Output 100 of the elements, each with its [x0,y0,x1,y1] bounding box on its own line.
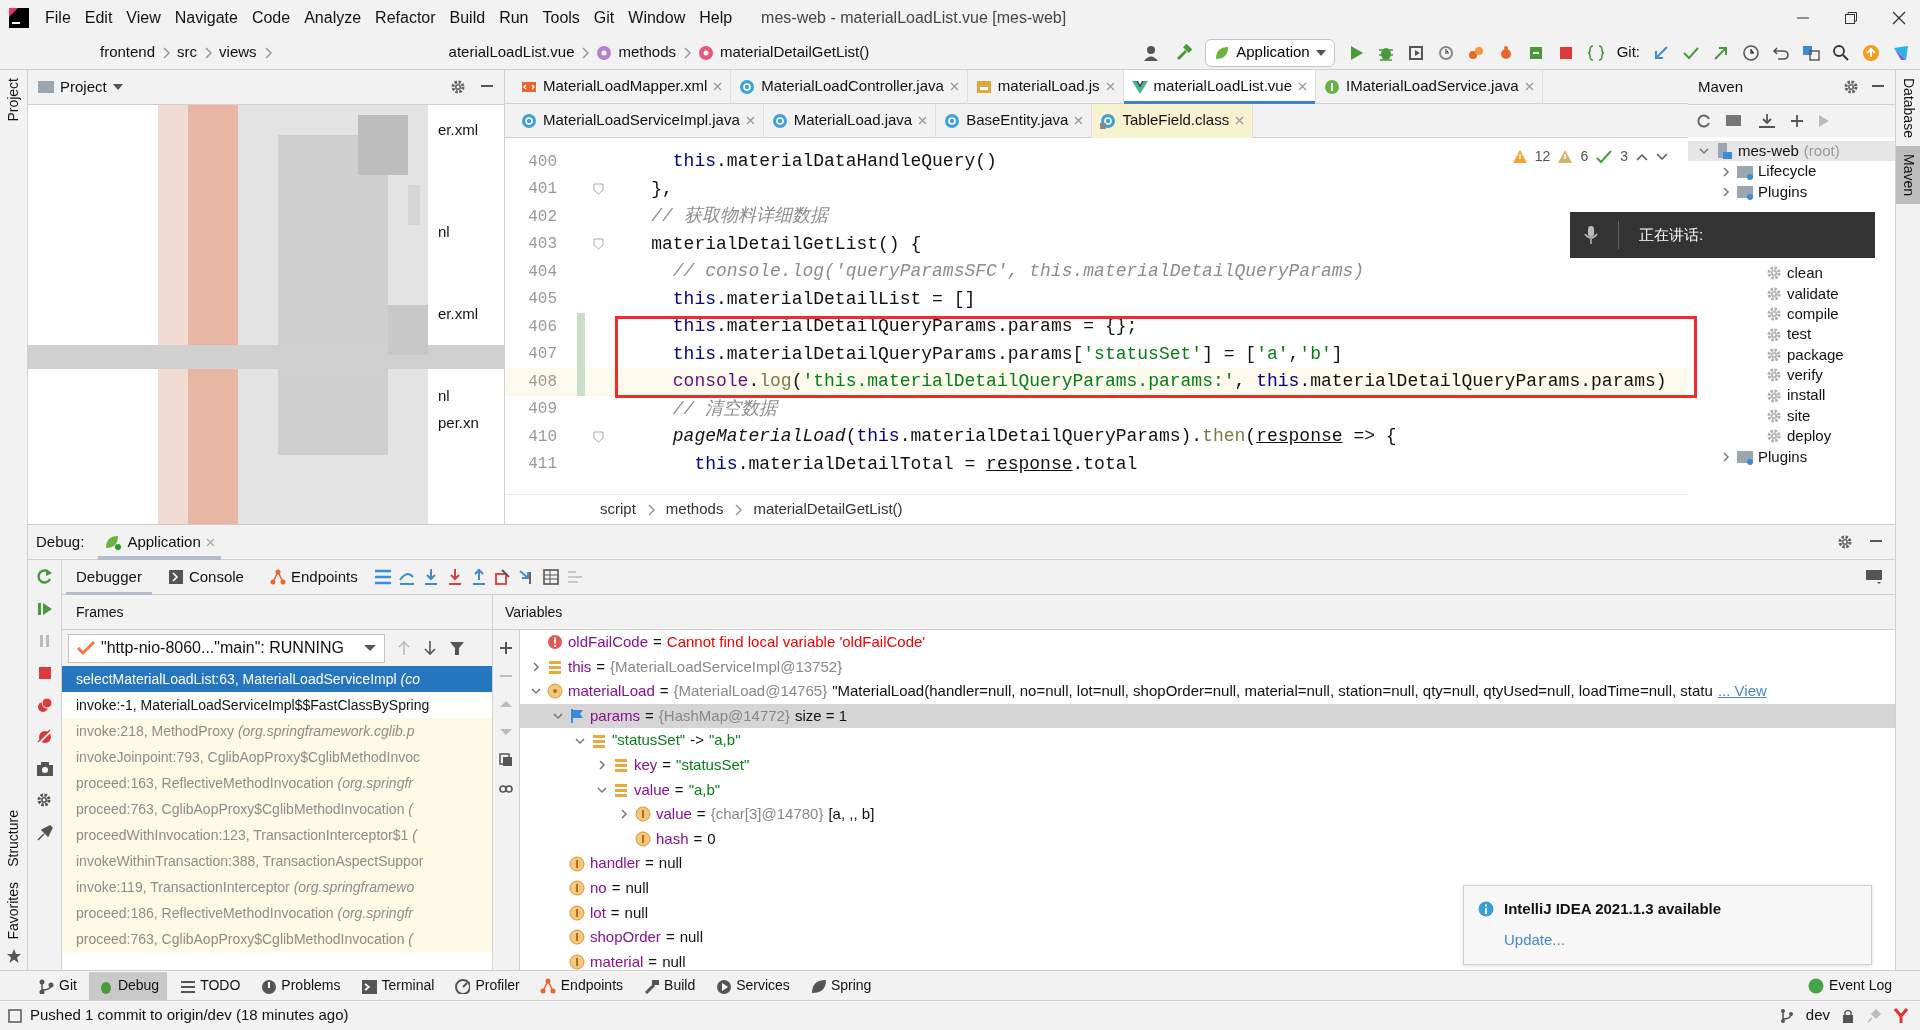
tool-window-button[interactable]: Profiler [446,971,528,1000]
menu-item[interactable]: View [119,6,168,30]
tree-item[interactable]: compile [1787,302,1839,326]
editor-tab[interactable]: MaterialLoadMapper.xml [513,69,732,104]
menu-item[interactable]: Window [621,6,693,30]
breadcrumb-item[interactable]: methods [618,41,677,64]
menu-item[interactable]: Run [492,6,536,30]
panel-title[interactable]: Project [60,75,107,99]
layout-icon[interactable] [1865,569,1883,585]
tool-window-button[interactable]: Services [707,971,798,1000]
plus-icon[interactable] [1790,114,1804,128]
tree-item[interactable]: Plugins [1758,445,1808,469]
tree-item[interactable]: clean [1787,262,1823,285]
menu-item[interactable]: Build [442,6,493,30]
tool-window-button[interactable]: Event Log [1799,971,1900,1000]
breadcrumb-item[interactable]: materialDetailGetList() [753,498,903,521]
tree-item[interactable]: Lifecycle [1758,160,1817,183]
variable-row[interactable]: lot = null [520,900,648,926]
history-icon[interactable] [1742,43,1760,62]
editor-tab[interactable]: MaterialLoadServiceImpl.java [513,103,764,138]
variable-row[interactable]: params = {HashMap@14772} size = 1 [520,703,1895,729]
variable-row[interactable]: materialLoad = {MaterialLoad@14765} "MaterialLoad(handler=null, no=null, lot=null, shopOrder=null, material=null, station=null, qty=null, qtyUsed=null, loadTime=null, statu ... View [520,679,1773,704]
tool-window-tab[interactable]: Structure [1,801,26,875]
file-name[interactable]: per.xn [438,412,504,434]
editor-tab[interactable]: MaterialLoad.java [763,103,937,138]
tool-window-button[interactable]: Build [635,971,704,1000]
folder-icon[interactable] [1726,113,1744,129]
update-badge-icon[interactable] [1862,43,1880,62]
resume-icon[interactable] [35,600,54,618]
session-tab[interactable]: Application [98,524,221,560]
file-name[interactable]: nl [438,221,504,243]
file-name[interactable]: er.xml [438,119,504,141]
run-config-dropdown[interactable]: Application [1205,38,1335,67]
variable-row[interactable]: hash = 0 [520,826,716,852]
tree-item[interactable]: install [1787,384,1826,407]
stack-frame[interactable]: selectMaterialLoadList:63, MaterialLoadServiceImpl (co [62,666,492,692]
variable-row[interactable]: handler = null [520,851,683,876]
change-marker[interactable] [577,313,585,341]
change-marker[interactable] [577,368,585,396]
variable-row[interactable]: material = null [520,949,686,970]
restore-icon[interactable] [1844,11,1858,25]
copy-icon[interactable] [499,753,513,767]
lock-icon[interactable] [1842,1008,1854,1023]
pin-icon[interactable] [35,824,54,842]
warning-count[interactable]: 12 [1534,146,1551,167]
editor-tab[interactable]: materialLoad.js [967,69,1124,104]
update-link[interactable]: Update... [1504,928,1565,951]
typo-count[interactable]: 3 [1620,146,1628,167]
breadcrumb-item[interactable]: views [219,41,257,64]
menu-item[interactable]: File [38,6,78,30]
menu-item[interactable]: Tools [535,6,587,30]
tool-window-tab[interactable]: Database [1895,70,1920,146]
menu-item[interactable]: Help [692,6,740,30]
debugger-tab[interactable]: Debugger [66,559,152,595]
menu-item[interactable]: Code [244,6,298,30]
rerun-icon[interactable] [35,568,54,586]
tool-window-button[interactable]: Endpoints [531,971,632,1000]
editor-tab[interactable]: materialLoadList.vue [1123,69,1316,104]
menu-item[interactable]: Git [586,6,622,30]
variable-row[interactable]: value = {char[3]@14780} [a, ,, b] [520,802,875,827]
settings-icon[interactable] [450,79,466,95]
breadcrumb-item[interactable]: methods [665,498,724,521]
breadcrumb-item[interactable]: aterialLoadList.vue [448,41,575,64]
tool-window-tab[interactable]: Project [1,70,26,130]
tool-window-button[interactable]: Git [30,971,85,1000]
translate-icon[interactable] [1802,43,1820,62]
filter-icon[interactable] [449,640,465,656]
tool-window-tab[interactable]: Maven [1895,145,1920,204]
menu-item[interactable]: Analyze [297,6,369,30]
layout-toggle-icon[interactable] [8,1008,22,1023]
plus-icon[interactable] [499,641,513,655]
editor-tab[interactable]: IMaterialLoadService.java [1316,69,1543,104]
tool-window-button[interactable]: TODO [171,971,249,1000]
thread-dropdown[interactable]: "http-nio-8060..."main": RUNNING [68,633,385,663]
camera-icon[interactable] [35,760,54,778]
download-icon[interactable] [1758,113,1776,129]
menu-item[interactable]: Edit [77,6,120,30]
tree-item[interactable]: package [1787,343,1844,367]
settings-icon[interactable] [1837,534,1853,550]
debugger-tab[interactable]: Console [157,559,254,595]
tree-item[interactable]: Plugins [1758,180,1808,204]
braces-icon[interactable] [1586,43,1605,62]
tool-window-button[interactable]: Problems [252,971,349,1000]
breadcrumb-item[interactable]: frontend [100,41,156,64]
file-name[interactable]: nl [438,385,504,407]
update-arrow-icon[interactable] [1652,43,1670,62]
tree-item[interactable]: mes-web [1738,139,1799,163]
star-icon[interactable] [5,948,22,964]
search-icon[interactable] [1832,43,1850,62]
dropdown-caret-icon[interactable] [112,83,123,91]
breakpoints-icon[interactable] [35,696,54,714]
variable-row[interactable]: key = "statusSet" [520,752,750,778]
tree-item[interactable]: verify [1787,364,1823,387]
debugger-tab[interactable]: Endpoints [259,559,368,595]
mute-breakpoints-icon[interactable] [35,728,54,746]
close-icon[interactable] [1892,11,1906,25]
tree-item[interactable]: validate [1787,282,1839,305]
table-icon[interactable] [541,568,560,586]
variable-row[interactable]: value = "a,b" [520,777,721,803]
variable-row[interactable]: shopOrder = null [520,925,703,950]
